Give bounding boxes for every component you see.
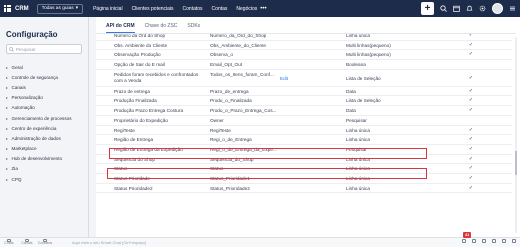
chevron-right-icon: ▸: [6, 105, 9, 111]
calendar-icon[interactable]: [482, 239, 486, 243]
nav-leads[interactable]: Clientes potenciais: [132, 6, 174, 12]
check-icon: ✓: [468, 136, 474, 143]
sidebar-item-general[interactable]: ▸ Geral: [6, 62, 72, 72]
sidebar-title: Configuração: [6, 30, 58, 39]
calendar-icon[interactable]: [453, 5, 460, 12]
sidebar-search-placeholder: Pesquisar: [16, 46, 36, 52]
bottom-chats[interactable]: Chats: [0, 238, 18, 246]
notification-badge: 41: [463, 232, 472, 238]
table-row[interactable]: Produção Finalizada Produ_o_Finalizada Lis…: [96, 96, 512, 107]
table-row[interactable]: RegiTeste RegiTeste Linha única ✓: [96, 126, 512, 136]
check-icon: ✓: [468, 165, 474, 172]
clock-icon[interactable]: [472, 239, 476, 243]
apps-grid-icon[interactable]: [4, 5, 11, 12]
search-icon[interactable]: [440, 5, 447, 12]
sidebar-item-marketplace[interactable]: ▸ Marketplace: [6, 144, 72, 154]
smart-chat-input[interactable]: Aqui está o seu Smart Chat (Ctrl+espaço): [72, 240, 146, 245]
top-bar: CRM Todas as guias ▾ Página inicial Clie…: [0, 0, 520, 17]
all-guides-label: Todas as guias: [41, 6, 74, 11]
chevron-right-icon: ▸: [6, 64, 9, 70]
check-icon: ✓: [468, 155, 474, 162]
table-row[interactable]: Região de Entrega Regi_o_de_Entrega Linha …: [96, 135, 512, 145]
chevron-right-icon: ▸: [6, 74, 9, 80]
sidebar-search-input[interactable]: Pesquisar: [6, 44, 82, 54]
chevron-right-icon: ▸: [6, 156, 9, 162]
app-title: CRM: [15, 5, 29, 12]
sidebar-item-process-management[interactable]: ▸ Gerenciamento de processos: [6, 113, 72, 123]
all-guides-dropdown[interactable]: Todas as guias ▾: [36, 3, 84, 14]
timer-icon[interactable]: [492, 239, 496, 243]
table-row[interactable]: Opção de Sair do E mail Email_Opt_Out Bool…: [96, 60, 512, 70]
check-icon: ✓: [468, 107, 474, 114]
chevron-right-icon: ▸: [6, 84, 9, 90]
edit-link[interactable]: Edit: [280, 70, 288, 87]
nav-deals[interactable]: Negócios: [236, 6, 257, 12]
sidebar-item-customization[interactable]: ▸ Personalização: [6, 93, 72, 103]
check-icon: ✓: [468, 51, 474, 58]
sidebar-item-cpq[interactable]: ▸ CPQ: [6, 174, 72, 184]
nav-home[interactable]: Página inicial: [93, 6, 122, 12]
refresh-icon[interactable]: [502, 239, 506, 243]
setup-sidebar: Configuração Pesquisar ▸ Geral ▸ Controle …: [0, 17, 89, 237]
bell-icon[interactable]: [466, 5, 473, 12]
chevron-right-icon: ▸: [6, 166, 9, 172]
bottom-bar: Chats Canais Contatos Aqui está o seu Sm…: [0, 237, 520, 247]
check-icon: ✓: [468, 97, 474, 104]
grid-icon[interactable]: [512, 239, 516, 243]
nav-accounts[interactable]: Contas: [212, 6, 228, 12]
more-tabs-button[interactable]: •••: [260, 6, 266, 12]
notes-icon[interactable]: [462, 239, 466, 243]
tabs-divider: [96, 33, 516, 34]
scrollbar-thumb[interactable]: [515, 151, 517, 175]
settings-icon[interactable]: [479, 5, 486, 12]
check-icon: ✓: [468, 87, 474, 94]
apps-menu-icon[interactable]: [509, 5, 516, 12]
check-icon: ✓: [468, 126, 474, 133]
check-icon: ✓: [468, 174, 474, 181]
nav-contacts[interactable]: Contatos: [183, 6, 203, 12]
check-icon: ✓: [468, 41, 474, 48]
chevron-right-icon: ▸: [6, 115, 9, 121]
scrollbar-track[interactable]: [515, 37, 517, 233]
sidebar-item-channels[interactable]: ▸ Canais: [6, 82, 72, 92]
main-panel: API do CRM Chave do ZSC SDKs Número da O…: [96, 17, 520, 237]
sidebar-item-automation[interactable]: ▸ Automação: [6, 103, 72, 113]
check-icon: ✓: [468, 184, 474, 191]
create-button[interactable]: +: [421, 2, 434, 15]
search-icon: [9, 46, 14, 52]
bottom-contacts[interactable]: Contatos: [36, 238, 54, 246]
chevron-right-icon: ▸: [6, 176, 9, 182]
main-nav: Página inicial Clientes potenciais Conta…: [93, 6, 257, 12]
table-row[interactable]: Pedidos foram recebidos e confrontados c…: [96, 70, 512, 87]
avatar[interactable]: [492, 3, 503, 14]
check-icon: ✓: [468, 74, 474, 81]
table-row[interactable]: Status Prioridade2 Status_Prioridade2 Linh…: [96, 184, 512, 194]
highlight-box-regiao-expedicao: [107, 168, 427, 179]
check-icon: ✓: [468, 145, 474, 152]
chevron-down-icon: ▾: [75, 6, 79, 11]
chevron-right-icon: ▸: [6, 146, 9, 152]
table-row[interactable]: Produção Prazo Entrega Costura Produ_o_Pr…: [96, 106, 512, 116]
bottom-channels[interactable]: Canais: [18, 238, 36, 246]
chevron-right-icon: ▸: [6, 125, 9, 131]
table-row[interactable]: Proprietário do Expedição Owner Pesquisar: [96, 116, 512, 126]
sidebar-item-data-administration[interactable]: ▸ Administração de dados: [6, 133, 72, 143]
chevron-right-icon: ▸: [6, 135, 9, 141]
sidebar-menu: ▸ Geral ▸ Controle de segurança ▸ Canais ▸ P…: [6, 62, 72, 184]
table-row[interactable]: Obs. Ambiente do Cliente Obs_Ambiente_do_…: [96, 41, 512, 51]
table-row[interactable]: Observação Produção Observa_o Multi linhas…: [96, 50, 512, 61]
highlight-box-regiteste: [109, 148, 427, 159]
sidebar-item-developer-hub[interactable]: ▸ Hub de desenvolvimento: [6, 154, 72, 164]
sidebar-item-zia[interactable]: ▸ Zia: [6, 164, 72, 174]
sidebar-item-security[interactable]: ▸ Controle de segurança: [6, 72, 72, 82]
table-row[interactable]: Prazo de entrega Prazo_de_entrega Data ✓: [96, 87, 512, 97]
sidebar-item-experience-center[interactable]: ▸ Centro de experiência: [6, 123, 72, 133]
chevron-right-icon: ▸: [6, 95, 9, 101]
